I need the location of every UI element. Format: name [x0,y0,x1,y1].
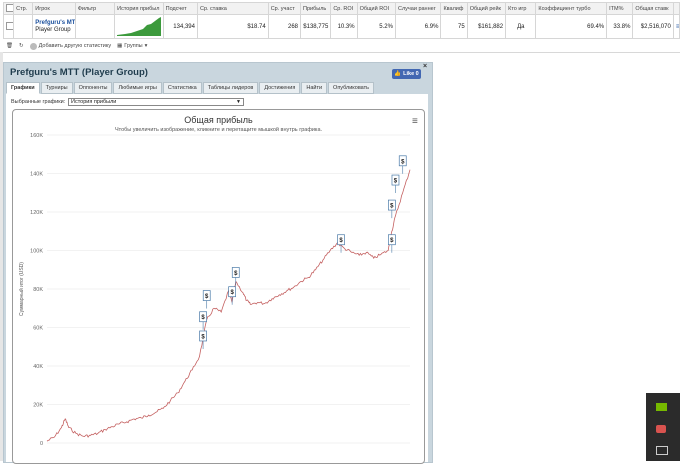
stats-header-row: Стр. Игрок Фильтр История прибыл Подсчет… [2,2,680,15]
chart-container[interactable]: Общая прибыль Чтобы увеличить изображение… [12,109,425,464]
turbo-ratio-cell: 69.4% [535,14,608,39]
y-tick-label: 80K [33,287,43,293]
tab-content: Выбранные графики: История прибыли ▼ Общ… [6,94,428,464]
y-tick-label: 20K [33,403,43,409]
row-checkbox[interactable] [6,21,13,30]
header-turbo-ratio[interactable]: Коэффициент турбо [535,2,608,15]
y-tick-label: 140K [30,172,43,178]
close-icon[interactable]: × [423,63,427,70]
header-avg-stake[interactable]: Ср. ставка [196,2,269,15]
header-profit-history[interactable]: История прибыл [114,2,164,15]
header-filter[interactable]: Фильтр [74,2,116,15]
header-qualif[interactable]: Квалиф [440,2,468,15]
table-row: Prefguru's MTT Player Group 134,394 $18.… [2,14,680,39]
header-total-roi[interactable]: Общий ROI [356,2,396,15]
monitor-icon[interactable] [656,446,668,455]
chevron-down-icon: ▼ [236,99,241,105]
profit-sparkline [117,16,162,36]
total-rake-cell: $161,882 [466,14,507,39]
selected-charts-label: Выбранные графики: [11,99,66,105]
total-roi-cell: 5.2% [356,14,396,39]
chart-menu-icon[interactable]: ≡ [412,116,418,127]
row-menu-icon[interactable]: ≡ [672,14,680,39]
early-cases-cell: 6.9% [394,14,442,39]
avg-entrants-cell: 268 [267,14,302,39]
series-line [46,169,411,442]
count-cell: 134,394 [162,14,198,39]
player-group-label: Player Group [35,26,71,33]
y-tick-label: 100K [30,249,43,255]
header-player[interactable]: Игрок [32,2,76,15]
stats-panel: Стр. Игрок Фильтр История прибыл Подсчет… [0,0,680,53]
tab-tournaments[interactable]: Турниры [40,82,73,94]
header-total-stake[interactable]: Общая ставк [632,2,674,15]
header-page[interactable]: Стр. [13,2,34,15]
tab-charts[interactable]: Графики [6,82,40,94]
y-axis-label: Суммарный итог (USD) [18,262,25,316]
avg-roi-cell: 10.3% [330,14,358,39]
player-name-link[interactable]: Prefguru's MTT [35,20,74,27]
tab-publish[interactable]: Опубликовать [328,82,375,94]
trash-icon[interactable]: 🗑 [6,43,13,49]
chart-select[interactable]: История прибыли ▼ [68,98,244,106]
header-avg-roi[interactable]: Ср. ROI [330,2,358,15]
tab-opponents[interactable]: Оппоненты [73,82,113,94]
total-stake-cell: $2,516,070 [632,14,674,39]
player-group-panel: Prefguru's MTT (Player Group) 👍 Like 0 ×… [3,62,433,464]
player-cell[interactable]: Prefguru's MTT Player Group [32,14,76,39]
header-total-rake[interactable]: Общий рейк [466,2,507,15]
tab-favorite-games[interactable]: Любимые игры [113,82,162,94]
header-itm[interactable]: ITM% [606,2,634,15]
profit-chart[interactable]: Общая прибыльЧтобы увеличить изображение… [13,110,424,463]
tab-find[interactable]: Найти [301,82,328,94]
stats-toolbar: 🗑 ↻ Добавить другую статистику ▦ Группы … [6,41,147,51]
chevron-down-icon: ▾ [144,43,148,49]
tab-achievements[interactable]: Достижения [259,82,301,94]
chart-subtitle: Чтобы увеличить изображение, кликните и … [115,126,323,133]
refresh-icon[interactable]: ↻ [19,43,24,49]
app-icon[interactable] [656,425,666,433]
header-early-cases[interactable]: Случаи раннег [394,2,442,15]
groups-dropdown[interactable]: ▦ Группы ▾ [117,43,147,49]
chart-title: Общая прибыль [184,115,253,125]
y-tick-label: 40K [33,364,43,370]
header-who-plays[interactable]: Кто игр [505,2,537,15]
y-tick-label: 160K [30,133,43,139]
header-avg-entrants[interactable]: Ср. участ [267,2,302,15]
panel-title: Prefguru's MTT (Player Group) [10,67,148,78]
panel-tabs: Графики Турниры Оппоненты Любимые игры С… [6,82,375,94]
select-all-checkbox[interactable] [6,3,13,12]
itm-cell: 33.8% [606,14,634,39]
add-stat-link[interactable]: Добавить другую статистику [29,42,111,50]
sparkline-cell [114,14,164,39]
row-select-cell[interactable] [2,14,15,39]
tab-leaderboards[interactable]: Таблицы лидеров [202,82,259,94]
tab-statistics[interactable]: Статистика [162,82,202,94]
y-tick-label: 60K [33,326,43,332]
qualif-cell: 75 [440,14,468,39]
header-profit[interactable]: Прибыль [300,2,332,15]
facebook-like-button[interactable]: 👍 Like 0 [392,69,421,79]
who-plays-cell: Да [505,14,537,39]
add-stat-icon [29,42,37,50]
groups-icon: ▦ [117,43,123,49]
avg-stake-cell: $18.74 [196,14,269,39]
nvidia-icon[interactable] [656,403,667,411]
thumbs-up-icon: 👍 [394,71,402,77]
system-tray [646,393,680,461]
y-tick-label: 0 [40,441,43,447]
select-all-cell[interactable] [2,2,15,15]
y-tick-label: 120K [30,210,43,216]
stats-table: Стр. Игрок Фильтр История прибыл Подсчет… [2,2,680,39]
header-count[interactable]: Подсчет [162,2,198,15]
profit-cell: $138,775 [300,14,332,39]
